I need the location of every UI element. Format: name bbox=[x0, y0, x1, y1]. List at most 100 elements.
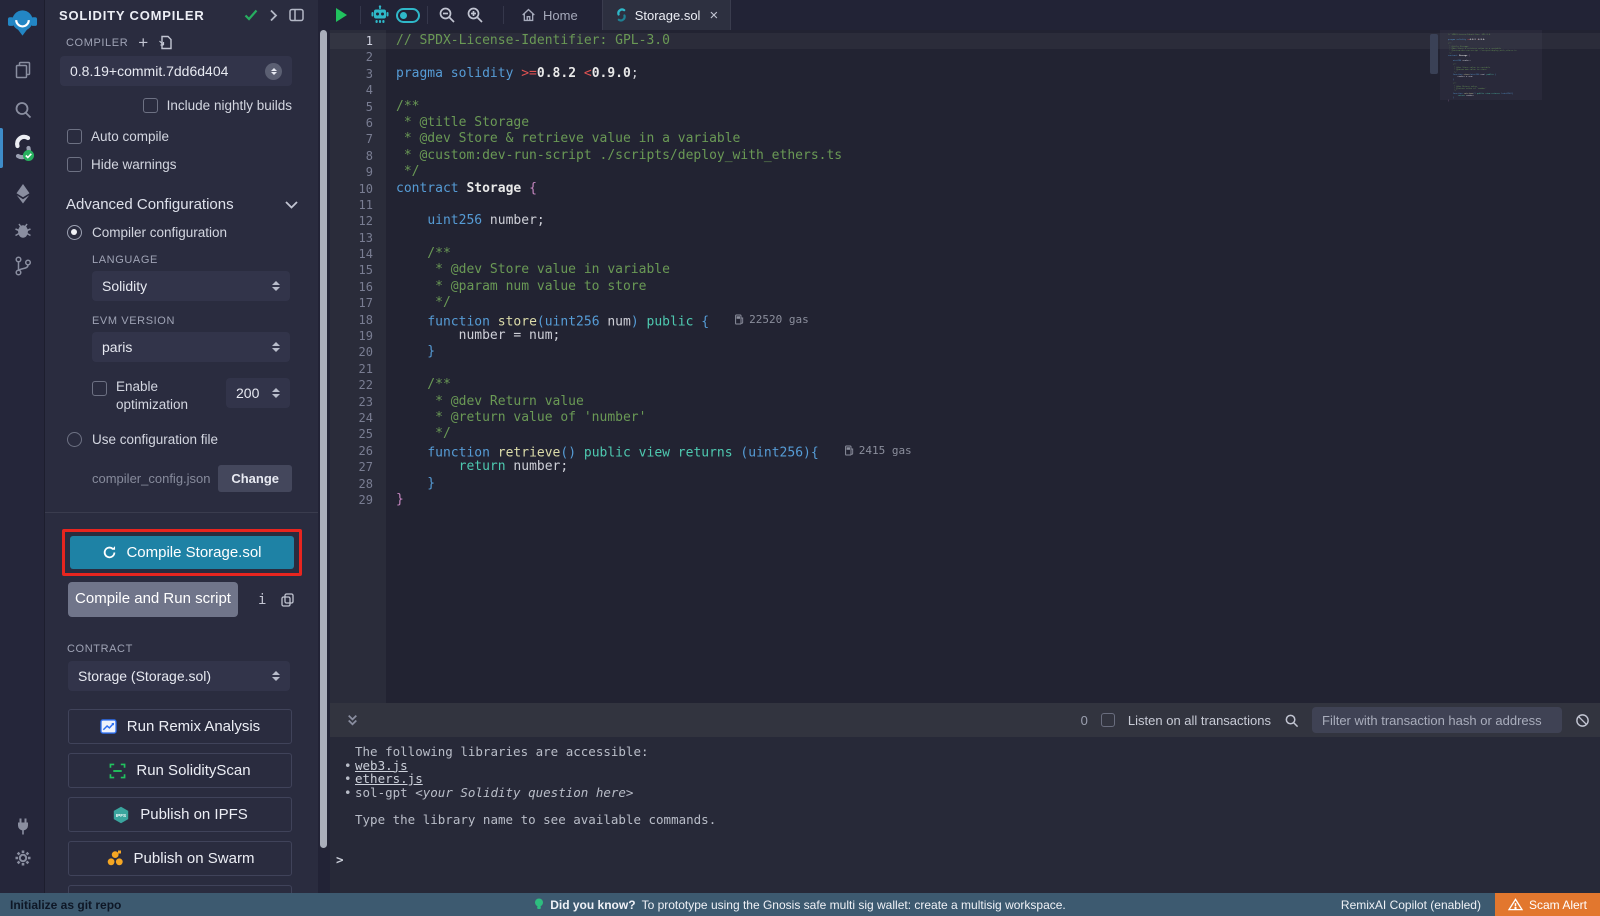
editor-scrollbar[interactable] bbox=[1430, 34, 1438, 74]
compile-button[interactable]: Compile Storage.sol bbox=[70, 536, 294, 569]
search-icon[interactable] bbox=[0, 92, 45, 128]
optimization-row: Enable optimization 200 bbox=[45, 362, 318, 414]
hide-warnings-checkbox[interactable] bbox=[67, 157, 82, 172]
copilot-status[interactable]: RemixAI Copilot (enabled) bbox=[1341, 898, 1481, 912]
code-line[interactable]: 28 } bbox=[330, 476, 1600, 492]
change-config-button[interactable]: Change bbox=[218, 465, 292, 492]
compiler-version-select[interactable]: 0.8.19+commit.7dd6d404 bbox=[60, 56, 292, 86]
code-line[interactable]: 15 * @dev Store value in variable bbox=[330, 262, 1600, 278]
zoom-out-icon[interactable] bbox=[433, 0, 461, 30]
use-config-file-label: Use configuration file bbox=[92, 432, 218, 447]
close-tab-icon[interactable]: × bbox=[709, 7, 718, 24]
auto-compile-checkbox[interactable] bbox=[67, 129, 82, 144]
terminal-output[interactable]: The following libraries are accessible:w… bbox=[330, 737, 1600, 866]
publish-on-ipfs-button[interactable]: IPFSPublish on IPFS bbox=[68, 797, 292, 832]
code-line[interactable]: 26 function retrieve() public view retur… bbox=[330, 443, 1600, 459]
code-text: * @dev Return value bbox=[386, 394, 584, 410]
terminal-search-icon[interactable] bbox=[1284, 713, 1299, 728]
panel-splitter[interactable] bbox=[318, 0, 330, 893]
clear-console-icon[interactable] bbox=[1575, 713, 1590, 728]
code-line[interactable]: 18 function store(uint256 num) public {2… bbox=[330, 312, 1600, 328]
enable-optimization-checkbox[interactable] bbox=[92, 381, 107, 396]
zoom-in-icon[interactable] bbox=[461, 0, 489, 30]
code-line[interactable]: 22 /** bbox=[330, 377, 1600, 393]
publish-on-swarm-button[interactable]: Publish on Swarm bbox=[68, 841, 292, 876]
code-text: /** bbox=[386, 99, 419, 115]
compilation-details-button[interactable]: Compilation Details bbox=[68, 885, 292, 893]
git-init-status[interactable]: Initialize as git repo bbox=[0, 898, 121, 912]
copy-icon[interactable] bbox=[281, 593, 294, 607]
info-icon[interactable]: i bbox=[258, 592, 266, 608]
hide-warnings-label: Hide warnings bbox=[91, 157, 177, 172]
listen-transactions-checkbox[interactable] bbox=[1101, 713, 1115, 727]
panel-header: SOLIDITY COMPILER bbox=[45, 0, 318, 30]
code-line[interactable]: 3pragma solidity >=0.8.2 <0.9.0; bbox=[330, 66, 1600, 82]
pin-panel-icon[interactable] bbox=[289, 8, 304, 22]
code-text bbox=[386, 230, 396, 246]
code-line[interactable]: 8 * @custom:dev-run-script ./scripts/dep… bbox=[330, 148, 1600, 164]
add-custom-compiler-icon[interactable]: + bbox=[138, 34, 148, 51]
solidityscan-icon bbox=[109, 763, 126, 779]
code-line[interactable]: 23 * @dev Return value bbox=[330, 394, 1600, 410]
run-remix-analysis-button[interactable]: Run Remix Analysis bbox=[68, 709, 292, 744]
code-line[interactable]: 21 bbox=[330, 361, 1600, 377]
code-line[interactable]: 12 uint256 number; bbox=[330, 213, 1600, 229]
minimap[interactable]: // SPDX-License-Identifier: GPL-3.0 prag… bbox=[1448, 34, 1534, 102]
refresh-icon bbox=[102, 545, 117, 560]
code-line[interactable]: 27 return number; bbox=[330, 459, 1600, 475]
code-line[interactable]: 24 * @return value of 'number' bbox=[330, 410, 1600, 426]
compiler-configuration-radio[interactable] bbox=[67, 225, 82, 240]
code-line[interactable]: 25 */ bbox=[330, 426, 1600, 442]
code-line[interactable]: 16 * @param num value to store bbox=[330, 279, 1600, 295]
code-line[interactable]: 14 /** bbox=[330, 246, 1600, 262]
open-file-icon[interactable] bbox=[158, 35, 172, 50]
tip-label: Did you know? bbox=[550, 898, 635, 912]
scam-alert-button[interactable]: Scam Alert bbox=[1495, 893, 1600, 916]
terminal-prompt[interactable]: > bbox=[336, 853, 1600, 867]
code-line[interactable]: 10contract Storage { bbox=[330, 181, 1600, 197]
include-nightly-checkbox[interactable] bbox=[143, 98, 158, 113]
run-script-play-icon[interactable] bbox=[336, 8, 347, 22]
code-line[interactable]: 9 */ bbox=[330, 164, 1600, 180]
language-select[interactable]: Solidity bbox=[92, 271, 290, 301]
line-number: 25 bbox=[330, 426, 386, 442]
code-line[interactable]: 4 bbox=[330, 82, 1600, 98]
code-line[interactable]: 29} bbox=[330, 492, 1600, 508]
tab-home[interactable]: Home bbox=[509, 0, 590, 30]
chevron-right-icon[interactable] bbox=[269, 9, 278, 22]
optimization-runs-input[interactable]: 200 bbox=[226, 378, 290, 408]
use-config-file-radio[interactable] bbox=[67, 432, 82, 447]
git-icon[interactable] bbox=[0, 248, 45, 284]
plugin-manager-icon[interactable] bbox=[0, 808, 45, 844]
code-editor[interactable]: 1// SPDX-License-Identifier: GPL-3.023pr… bbox=[330, 30, 1600, 703]
run-solidityscan-button[interactable]: Run SolidityScan bbox=[68, 753, 292, 788]
copilot-toggle-icon[interactable] bbox=[394, 0, 422, 30]
code-line[interactable]: 7 * @dev Store & retrieve value in a var… bbox=[330, 131, 1600, 147]
debugger-icon[interactable] bbox=[0, 212, 45, 248]
code-line[interactable]: 19 number = num; bbox=[330, 328, 1600, 344]
code-line[interactable]: 5/** bbox=[330, 99, 1600, 115]
code-line[interactable]: 17 */ bbox=[330, 295, 1600, 311]
deploy-run-icon[interactable] bbox=[0, 176, 45, 212]
code-line[interactable]: 11 bbox=[330, 197, 1600, 213]
advanced-configurations-toggle[interactable]: Advanced Configurations bbox=[45, 172, 318, 213]
code-line[interactable]: 20 } bbox=[330, 344, 1600, 360]
code-line[interactable]: 6 * @title Storage bbox=[330, 115, 1600, 131]
solidity-compiler-icon[interactable] bbox=[0, 130, 45, 166]
code-text: * @custom:dev-run-script ./scripts/deplo… bbox=[386, 148, 842, 164]
ai-copilot-robot-icon[interactable] bbox=[366, 0, 394, 30]
remix-logo-icon[interactable] bbox=[0, 5, 45, 41]
code-line[interactable]: 1// SPDX-License-Identifier: GPL-3.0 bbox=[330, 33, 1600, 49]
tab-storage-sol[interactable]: Storage.sol × bbox=[602, 0, 732, 30]
file-explorer-icon[interactable] bbox=[0, 52, 45, 88]
terminal-expand-icon[interactable] bbox=[338, 714, 367, 727]
contract-select[interactable]: Storage (Storage.sol) bbox=[68, 661, 290, 691]
code-line[interactable]: 2 bbox=[330, 49, 1600, 65]
evm-version-select[interactable]: paris bbox=[92, 332, 290, 362]
action-button-label: Run Remix Analysis bbox=[127, 718, 260, 735]
code-line[interactable]: 13 bbox=[330, 230, 1600, 246]
settings-gear-icon[interactable] bbox=[0, 840, 45, 876]
panel-scrollbar[interactable] bbox=[320, 30, 327, 848]
transaction-filter-input[interactable] bbox=[1312, 707, 1562, 733]
line-number: 8 bbox=[330, 148, 386, 164]
